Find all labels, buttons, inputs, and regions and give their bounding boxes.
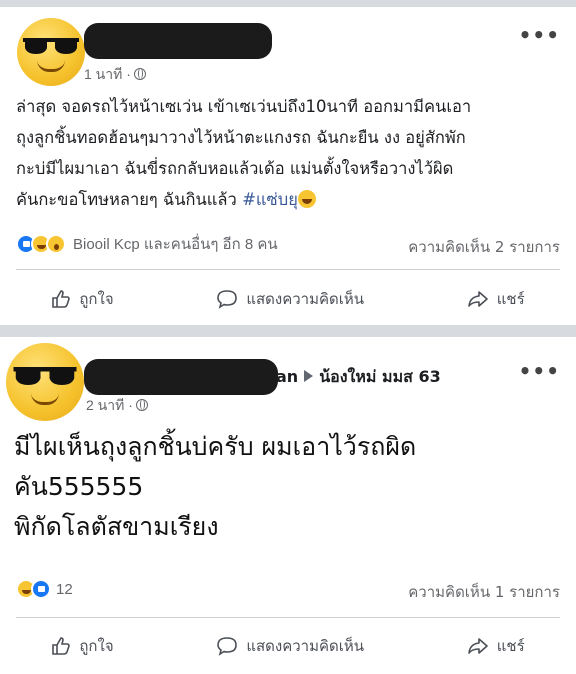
avatar[interactable] [17, 18, 85, 86]
post-line: มีไผเห็นถุงลูกชิ้นบ่ครับ ผมเอาไว้รถผิด [14, 432, 417, 461]
globe-icon [135, 399, 148, 411]
group-name[interactable]: น้องใหม่ มมส 63 [319, 367, 441, 386]
avatar[interactable] [6, 343, 84, 421]
comment-button[interactable]: แสดงความคิดเห็น [216, 634, 364, 658]
reactions-count: 12 [56, 580, 73, 598]
sunglasses-icon [13, 367, 77, 385]
post-time[interactable]: 2 นาที · [86, 395, 148, 417]
like-icon [52, 637, 71, 655]
post-line: กะบ่มีไผมาเอา ฉันขี่รถกลับหอแล้วเด้อ แม่… [16, 159, 454, 178]
post-body: ล่าสุด จอดรถไว้หน้าเซเว่น เข้าเซเว่นบ่ถึ… [16, 91, 564, 215]
smile [31, 393, 59, 405]
action-bar: ถูกใจ แสดงความคิดเห็น แชร์ [0, 626, 576, 666]
post-line: คัน555555 [14, 472, 144, 501]
share-button[interactable]: แชร์ [467, 287, 525, 311]
wow-reaction-icon [46, 234, 66, 254]
more-icon[interactable]: ••• [519, 359, 560, 383]
comment-icon [217, 637, 238, 656]
redacted-name [84, 23, 272, 59]
author-name[interactable]: an [276, 367, 298, 386]
more-icon[interactable]: ••• [519, 23, 560, 47]
like-button[interactable]: ถูกใจ [51, 287, 114, 311]
like-icon [52, 290, 71, 308]
divider [16, 617, 560, 618]
divider [16, 269, 560, 270]
post-line: คันกะขอโทษหลายๆ ฉันกินแล้ว #แซ่บยุ [16, 184, 564, 215]
post-body: มีไผเห็นถุงลูกชิ้นบ่ครับ ผมเอาไว้รถผิด ค… [14, 427, 562, 547]
action-bar: ถูกใจ แสดงความคิดเห็น แชร์ [0, 279, 576, 319]
reaction-summary[interactable]: Biooil Kcp และคนอื่นๆ อีก 8 คน [16, 233, 278, 255]
hashtag-link[interactable]: #แซ่บยุ [242, 190, 298, 209]
globe-icon [133, 68, 146, 80]
share-button[interactable]: แชร์ [467, 634, 525, 658]
like-reaction-icon [31, 579, 51, 599]
redacted-name [84, 359, 278, 395]
smile [37, 60, 65, 72]
post-time[interactable]: 1 นาที · [84, 64, 146, 86]
reaction-summary[interactable]: 12 [16, 578, 73, 600]
author-group-line: an น้องใหม่ มมส 63 [276, 365, 441, 390]
post-card-2: an น้องใหม่ มมส 63 2 นาที · ••• มีไผเห็นถ… [0, 337, 576, 674]
sunglasses-icon [23, 38, 79, 54]
post-card-1: 1 นาที · ••• ล่าสุด จอดรถไว้หน้าเซเว่น เ… [0, 7, 576, 325]
share-icon [467, 638, 488, 654]
share-icon [467, 291, 488, 307]
laugh-emoji-icon [297, 190, 316, 208]
comments-count[interactable]: ความคิดเห็น 2 รายการ [408, 235, 560, 259]
comment-button[interactable]: แสดงความคิดเห็น [216, 287, 364, 311]
post-line: ถุงลูกชิ้นทอดฮ้อนๆมาวางไว้หน้าตะแกงรถ ฉั… [16, 128, 466, 147]
like-button[interactable]: ถูกใจ [51, 634, 114, 658]
comment-icon [217, 290, 238, 309]
arrow-right-icon [304, 370, 314, 382]
comments-count[interactable]: ความคิดเห็น 1 รายการ [408, 580, 560, 604]
post-line: พิกัดโลตัสขามเรียง [14, 512, 219, 541]
post-line: ล่าสุด จอดรถไว้หน้าเซเว่น เข้าเซเว่นบ่ถึ… [16, 97, 472, 116]
reactions-text: Biooil Kcp และคนอื่นๆ อีก 8 คน [73, 236, 278, 253]
